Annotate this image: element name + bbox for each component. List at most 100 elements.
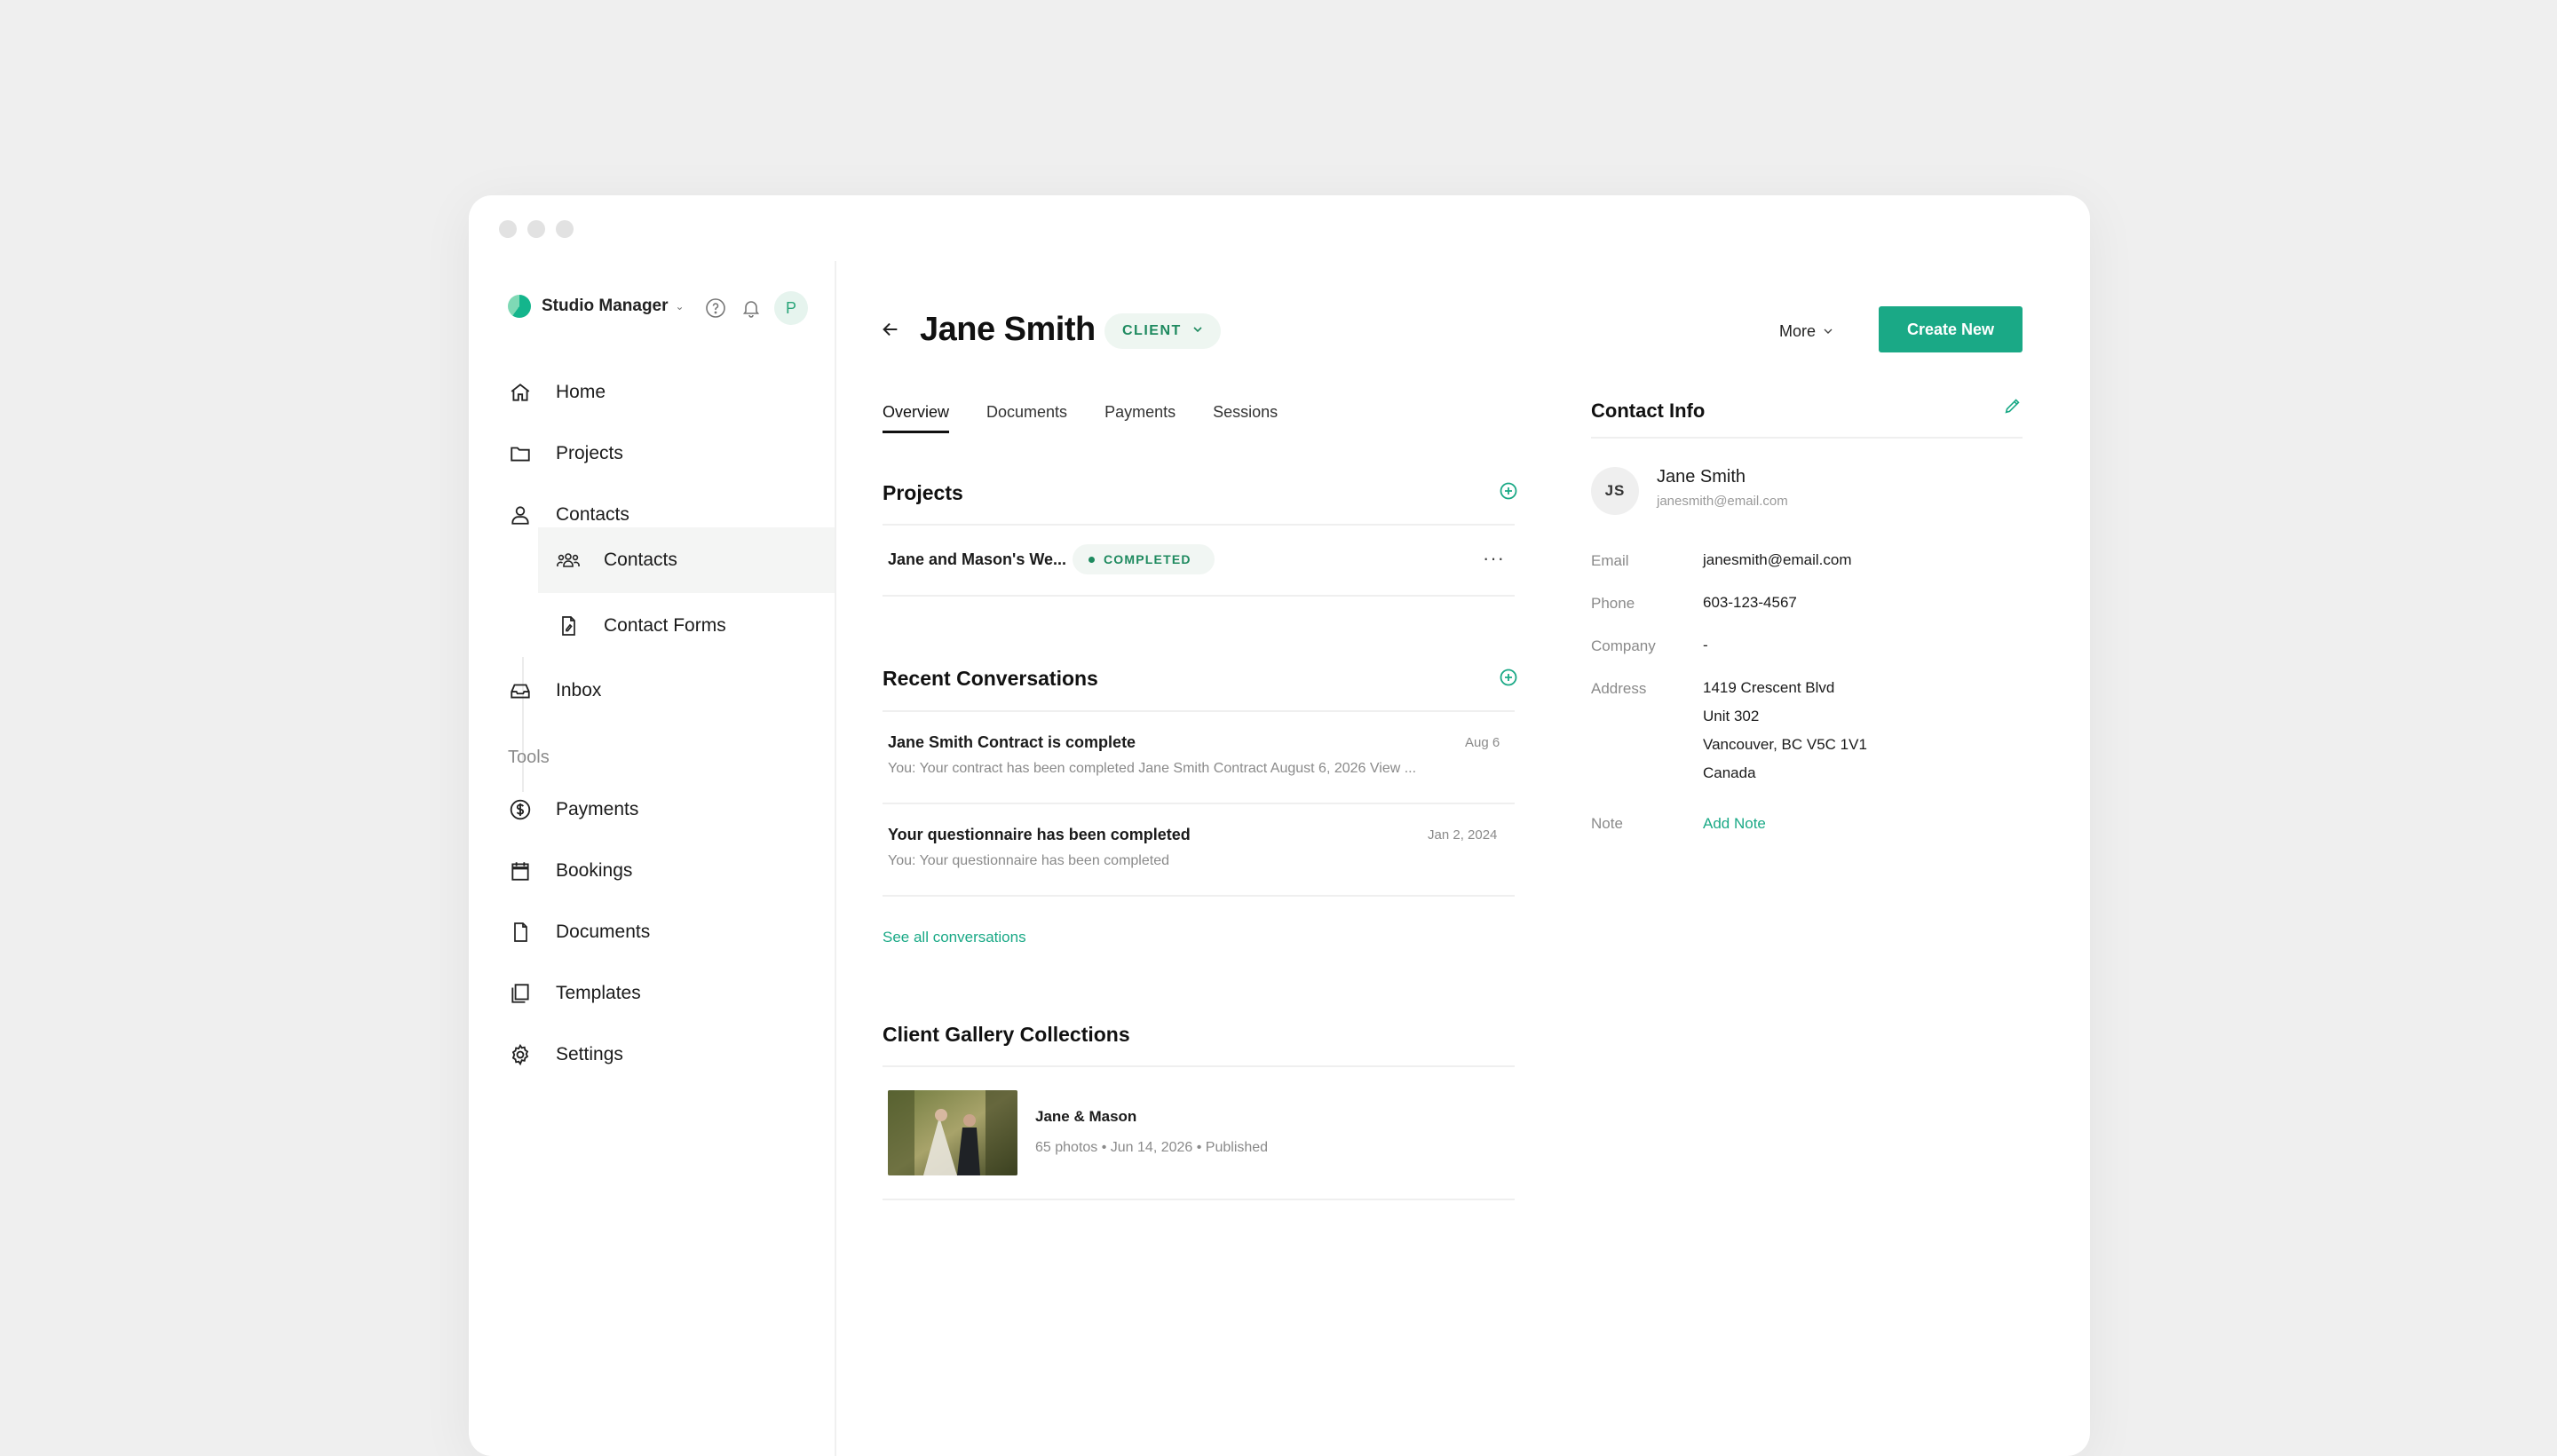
gallery-section-title: Client Gallery Collections [883,1023,1130,1046]
bell-icon[interactable] [739,296,764,320]
conversation-date: Jan 2, 2024 [1428,827,1498,843]
dollar-icon [508,797,533,822]
see-all-conversations-link[interactable]: See all conversations [883,929,1026,946]
nav-label: Inbox [556,680,602,700]
add-conversation-icon[interactable] [1499,668,1518,687]
subnav-contacts[interactable]: Contacts [538,527,835,593]
create-new-button[interactable]: Create New [1879,306,2023,352]
subnav-contact-forms[interactable]: Contact Forms [538,593,835,659]
subnav-label: Contacts [604,550,677,570]
add-project-icon[interactable] [1499,481,1518,501]
note-label: Note [1591,815,1623,832]
gallery-name[interactable]: Jane & Mason [1035,1108,1136,1126]
nav-settings[interactable]: Settings [508,1037,623,1072]
divider [883,710,1515,712]
status-label: COMPLETED [1104,552,1191,566]
home-icon [508,380,533,405]
email-value[interactable]: janesmith@email.com [1703,546,1851,574]
document-icon [508,920,533,945]
nav-documents[interactable]: Documents [508,914,650,950]
subnav-label: Contact Forms [604,615,726,636]
divider [1591,437,2023,439]
tab-payments[interactable]: Payments [1104,403,1176,433]
form-document-icon [556,613,581,638]
nav-label: Projects [556,443,623,463]
more-label: More [1779,321,1817,340]
close-dot[interactable] [499,220,517,238]
address-line: Unit 302 [1703,708,1760,724]
contact-type-dropdown[interactable]: CLIENT [1104,313,1221,349]
chevron-down-icon: ⌄ [675,300,685,313]
more-dropdown[interactable]: More [1779,318,1833,344]
contact-avatar: JS [1591,467,1639,515]
minimize-dot[interactable] [527,220,545,238]
tab-overview[interactable]: Overview [883,403,950,433]
page-title: Jane Smith [920,311,1096,348]
divider [883,803,1515,804]
contact-email-subtitle: janesmith@email.com [1657,494,1788,509]
divider [883,524,1515,526]
divider [883,1065,1515,1067]
tools-section-label: Tools [508,748,550,767]
project-name[interactable]: Jane and Mason's We... [888,550,1066,569]
back-arrow-icon[interactable] [877,316,904,343]
nav-label: Payments [556,799,639,819]
studio-switcher[interactable]: Studio Manager ⌄ [508,295,685,318]
divider [883,1199,1515,1200]
contact-type-label: CLIENT [1122,323,1182,338]
contact-name: Jane Smith [1657,467,1746,487]
tab-documents[interactable]: Documents [986,403,1067,433]
address-label: Address [1591,680,1647,697]
user-avatar[interactable]: P [774,291,808,325]
conversations-section-title: Recent Conversations [883,667,1098,690]
people-icon [556,548,581,573]
gallery-thumbnail[interactable] [888,1090,1017,1175]
gallery-meta: 65 photos • Jun 14, 2026 • Published [1035,1140,1269,1155]
phone-label: Phone [1591,595,1635,612]
inbox-icon [508,678,533,703]
sidebar: Studio Manager ⌄ P Home Projects Contact… [469,261,836,1456]
nav-bookings[interactable]: Bookings [508,853,632,889]
conversation-title[interactable]: Jane Smith Contract is complete [888,733,1136,752]
company-value: - [1703,637,1708,653]
nav-label: Settings [556,1044,623,1064]
nav-projects[interactable]: Projects [508,436,623,471]
more-options-icon[interactable]: ··· [1483,547,1505,570]
help-icon[interactable] [703,296,728,320]
divider [883,895,1515,897]
nav-label: Bookings [556,860,633,881]
email-label: Email [1591,552,1629,569]
app-window: Studio Manager ⌄ P Home Projects Contact… [469,195,2090,1456]
conversation-preview: You: Your contract has been completed Ja… [888,761,1417,776]
calendar-icon [508,859,533,883]
nav-home[interactable]: Home [508,375,606,410]
conversation-title[interactable]: Your questionnaire has been completed [888,826,1191,844]
chevron-down-icon [1823,322,1833,341]
nav-label: Contacts [556,504,629,525]
nav-inbox[interactable]: Inbox [508,673,601,708]
sidebar-top-actions: P [703,291,808,325]
add-note-link[interactable]: Add Note [1703,815,1766,833]
address-value: 1419 Crescent Blvd Unit 302 Vancouver, B… [1703,674,1867,787]
company-label: Company [1591,637,1656,654]
conversation-preview: You: Your questionnaire has been complet… [888,853,1169,868]
brand-logo-icon [508,295,531,318]
folder-icon [508,441,533,466]
tab-sessions[interactable]: Sessions [1213,403,1278,433]
address-line: 1419 Crescent Blvd [1703,679,1835,696]
maximize-dot[interactable] [556,220,574,238]
chevron-down-icon [1192,323,1203,339]
address-line: Vancouver, BC V5C 1V1 [1703,736,1867,753]
projects-section-title: Projects [883,481,963,504]
nav-payments[interactable]: Payments [508,792,638,827]
contact-info-title: Contact Info [1591,400,1706,422]
conversation-date: Aug 6 [1465,735,1500,750]
person-icon [508,502,533,527]
tab-bar: Overview Documents Payments Sessions [883,403,1278,433]
divider [883,595,1515,597]
nav-templates[interactable]: Templates [508,976,641,1011]
studio-name: Studio Manager [542,297,669,315]
phone-value[interactable]: 603-123-4567 [1703,589,1797,617]
address-line: Canada [1703,764,1756,781]
pencil-icon[interactable] [2003,396,2026,419]
